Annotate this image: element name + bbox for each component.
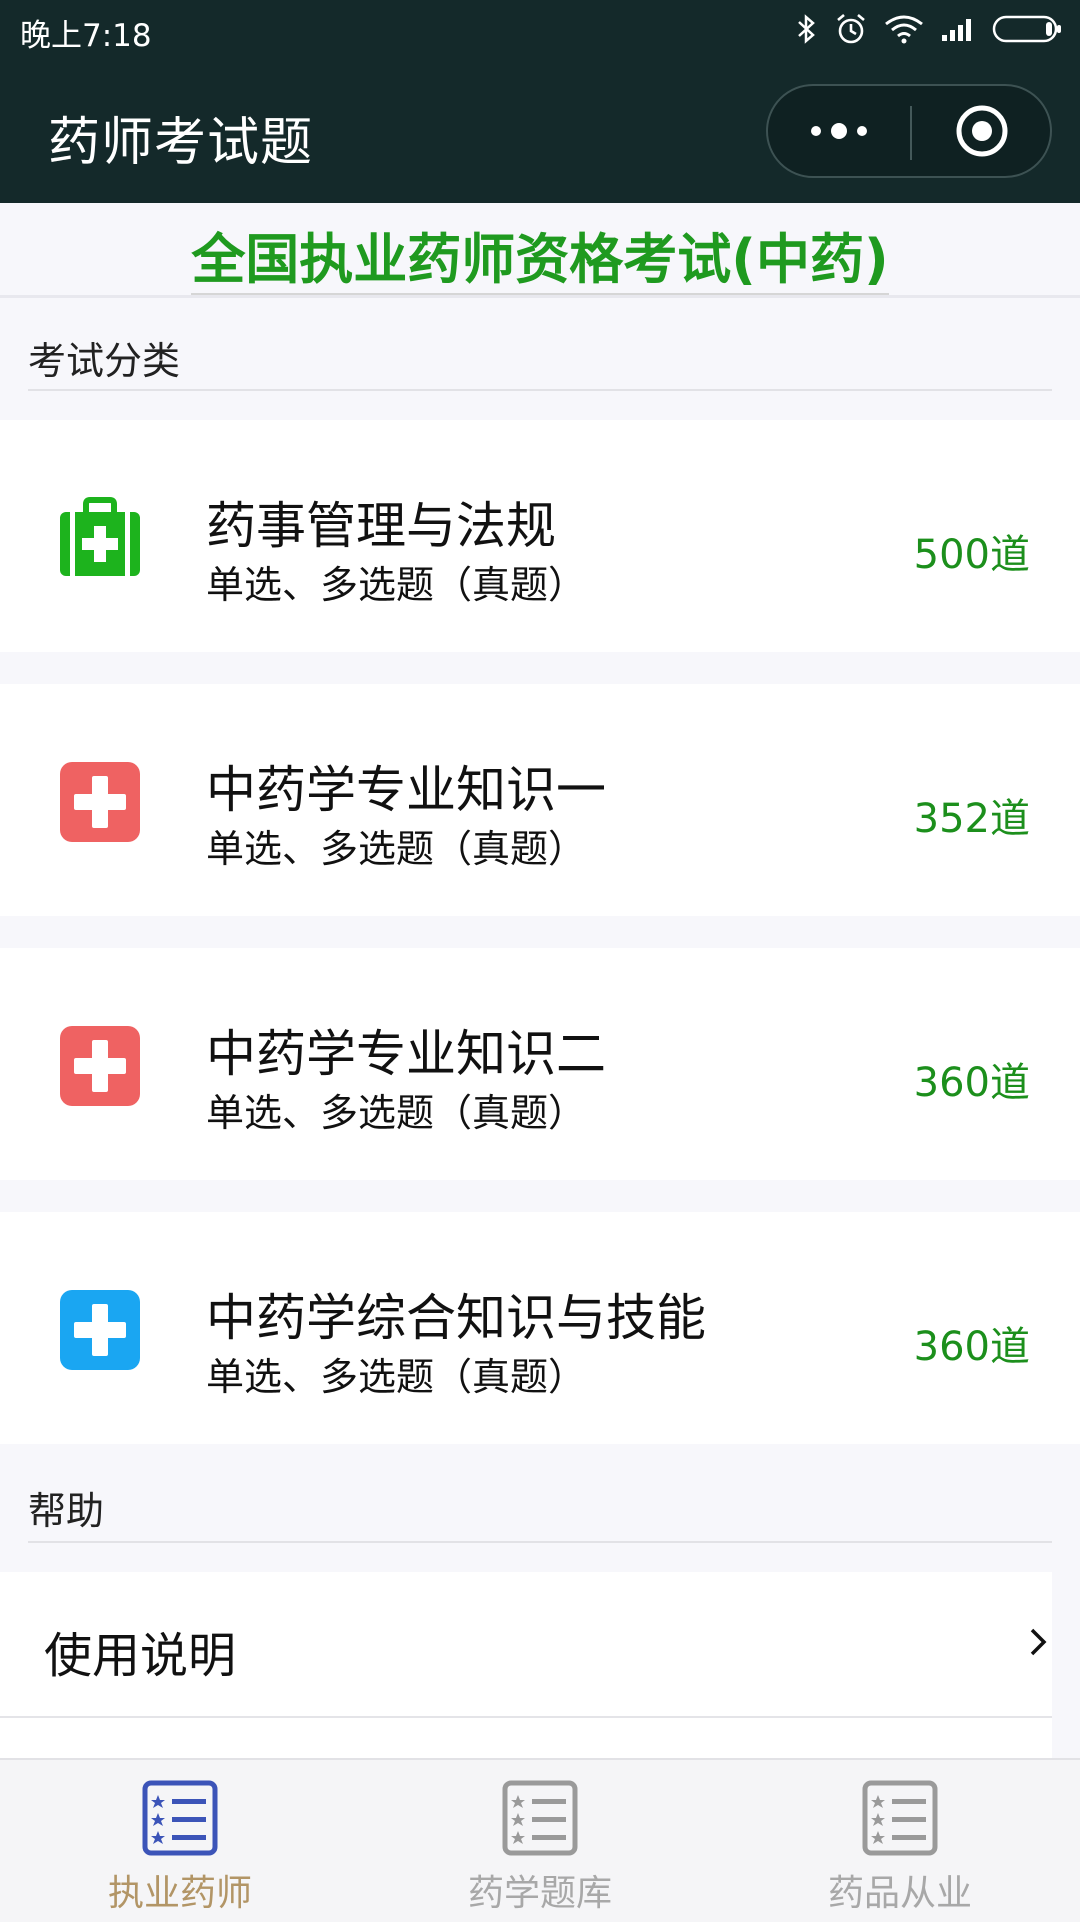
status-icons (796, 12, 1064, 46)
exam-subtitle: 单选、多选题（真题） (206, 827, 587, 871)
exam-card-pharmacy-law[interactable]: 药事管理与法规 单选、多选题（真题） 500道 (0, 420, 1080, 652)
question-count: 360道 (913, 1060, 1030, 1106)
bluetooth-icon (798, 14, 815, 44)
section-title-exam-category: 考试分类 (28, 339, 181, 383)
exam-subtitle: 单选、多选题（真题） (206, 1091, 587, 1135)
question-count: 360道 (913, 1324, 1030, 1370)
list-item (0, 1718, 1052, 1758)
medical-cross-icon (60, 1026, 140, 1106)
exam-banner: 全国执业药师资格考试(中药) (0, 203, 1080, 298)
tab-pharmacy-question-bank[interactable]: 药学题库 (360, 1760, 720, 1922)
exam-card-tcm-knowledge-1[interactable]: 中药学专业知识一 单选、多选题（真题） 352道 (0, 684, 1080, 916)
question-count: 500道 (913, 532, 1030, 578)
exam-subtitle: 单选、多选题（真题） (206, 1355, 587, 1399)
page-title: 药师考试题 (48, 113, 314, 173)
close-mini-program-button[interactable] (912, 86, 1052, 176)
chevron-right-icon (1030, 1628, 1047, 1656)
exam-name: 中药学综合知识与技能 (206, 1289, 706, 1347)
wifi-icon (885, 15, 923, 44)
more-button[interactable] (768, 86, 910, 176)
tab-label: 药学题库 (467, 1873, 612, 1914)
exam-name: 中药学专业知识二 (206, 1025, 606, 1083)
signal-icon (942, 19, 971, 41)
medical-cross-icon (60, 1290, 140, 1370)
list-icon (862, 1780, 938, 1856)
section-divider (28, 389, 1052, 391)
section-divider (28, 1541, 1052, 1543)
tab-label: 执业药师 (107, 1873, 252, 1914)
status-bar: 晚上7:18 (0, 0, 1080, 58)
target-icon (956, 105, 1008, 157)
exam-subtitle: 单选、多选题（真题） (206, 563, 587, 607)
exam-name: 药事管理与法规 (206, 497, 556, 555)
usage-instructions-label: 使用说明 (44, 1628, 237, 1684)
banner-title: 全国执业药师资格考试(中药) (191, 228, 889, 295)
alarm-icon (837, 14, 865, 44)
question-count: 352道 (913, 796, 1030, 842)
battery-icon (992, 15, 1061, 43)
exam-card-tcm-knowledge-2[interactable]: 中药学专业知识二 单选、多选题（真题） 360道 (0, 948, 1080, 1180)
list-icon (502, 1780, 578, 1856)
tab-drug-industry[interactable]: 药品从业 (720, 1760, 1080, 1922)
tab-licensed-pharmacist[interactable]: 执业药师 (0, 1760, 360, 1922)
mini-program-capsule (766, 84, 1052, 178)
list-icon (142, 1780, 218, 1856)
status-time: 晚上7:18 (20, 18, 152, 54)
more-dots-icon (811, 123, 867, 139)
exam-card-tcm-comprehensive[interactable]: 中药学综合知识与技能 单选、多选题（真题） 360道 (0, 1212, 1080, 1444)
tab-label: 药品从业 (827, 1873, 972, 1914)
exam-name: 中药学专业知识一 (206, 761, 606, 819)
medical-kit-icon (60, 497, 140, 576)
tab-bar: 执业药师 药学题库 药品从业 (0, 1758, 1080, 1922)
medical-cross-icon (60, 762, 140, 842)
app-header: 药师考试题 (0, 58, 1080, 203)
usage-instructions-row[interactable]: 使用说明 (0, 1572, 1052, 1718)
section-title-help: 帮助 (28, 1489, 105, 1533)
